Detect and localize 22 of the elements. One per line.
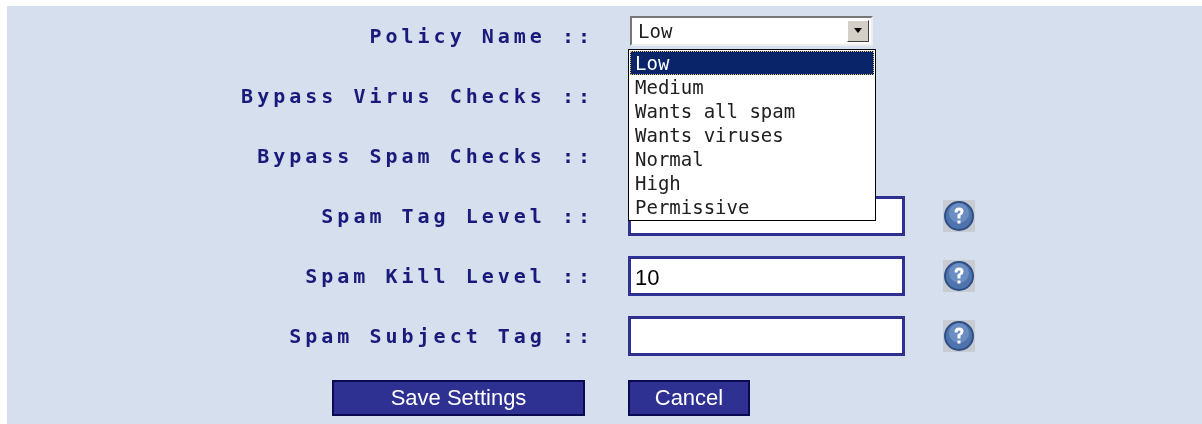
- dropdown-option[interactable]: Permissive: [630, 195, 874, 219]
- input-field[interactable]: 10: [628, 256, 905, 296]
- field-label: Spam Tag Level ::: [321, 204, 594, 228]
- field-label: Spam Subject Tag ::: [289, 324, 594, 348]
- dropdown-option[interactable]: High: [630, 171, 874, 195]
- help-icon[interactable]: [943, 200, 975, 232]
- dropdown-option[interactable]: Wants all spam: [630, 99, 874, 123]
- help-icon[interactable]: [943, 320, 975, 352]
- field-label: Bypass Virus Checks ::: [241, 84, 594, 108]
- field-label: Policy Name ::: [369, 24, 594, 48]
- cancel-button[interactable]: Cancel: [628, 380, 750, 416]
- field-label: Bypass Spam Checks ::: [257, 144, 594, 168]
- caret-icon: [847, 20, 869, 42]
- dropdown-option[interactable]: Wants viruses: [630, 123, 874, 147]
- save-button[interactable]: Save Settings: [332, 380, 585, 416]
- dropdown-option[interactable]: Medium: [630, 75, 874, 99]
- input-field[interactable]: [628, 316, 905, 356]
- dropdown-option[interactable]: Normal: [630, 147, 874, 171]
- policy-select[interactable]: Low: [630, 16, 873, 46]
- help-icon[interactable]: [943, 260, 975, 292]
- dropdown-option[interactable]: Low: [630, 51, 874, 75]
- field-label: Spam Kill Level ::: [305, 264, 594, 288]
